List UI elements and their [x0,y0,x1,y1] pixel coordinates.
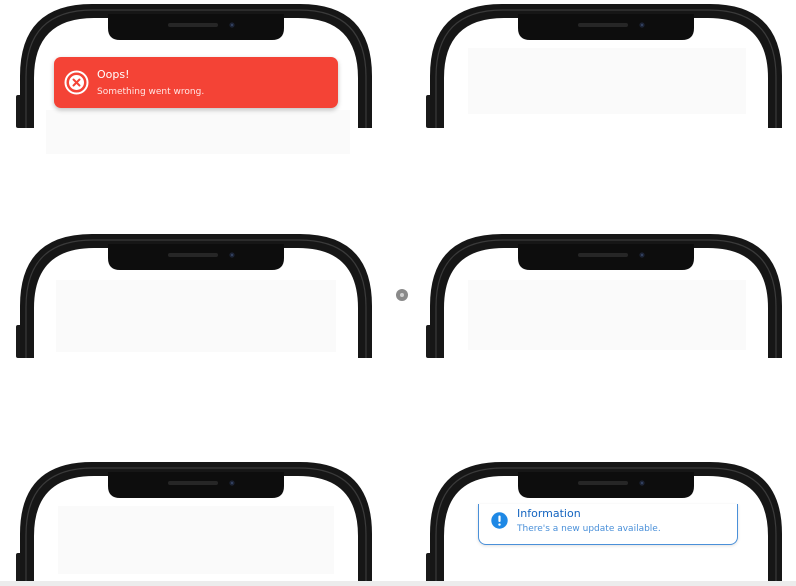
toast-placeholder [468,48,746,114]
info-toast[interactable]: Information There's a new update availab… [478,504,738,545]
error-toast[interactable]: Oops! Something went wrong. [54,57,338,108]
phone-frame-2 [426,0,786,128]
phone-frame-3 [16,230,376,358]
carousel-dot[interactable] [396,289,408,301]
toast-title: Information [517,507,581,520]
info-circle-icon [491,512,508,533]
toast-title: Oops! [97,68,130,81]
toast-placeholder [46,110,350,154]
toast-placeholder [58,506,334,574]
phone-frame-5 [16,458,376,586]
toast-message: Something went wrong. [97,87,205,97]
error-circle-x-icon [64,70,89,99]
phone-frame-1: Oops! Something went wrong. [16,0,376,154]
page-bottom-edge [0,581,796,586]
toast-placeholder [468,280,746,350]
phone-frame-4 [426,230,786,358]
toast-placeholder [56,280,336,352]
toast-message: There's a new update available. [517,524,661,534]
phone-frame-6: Information There's a new update availab… [426,458,786,586]
